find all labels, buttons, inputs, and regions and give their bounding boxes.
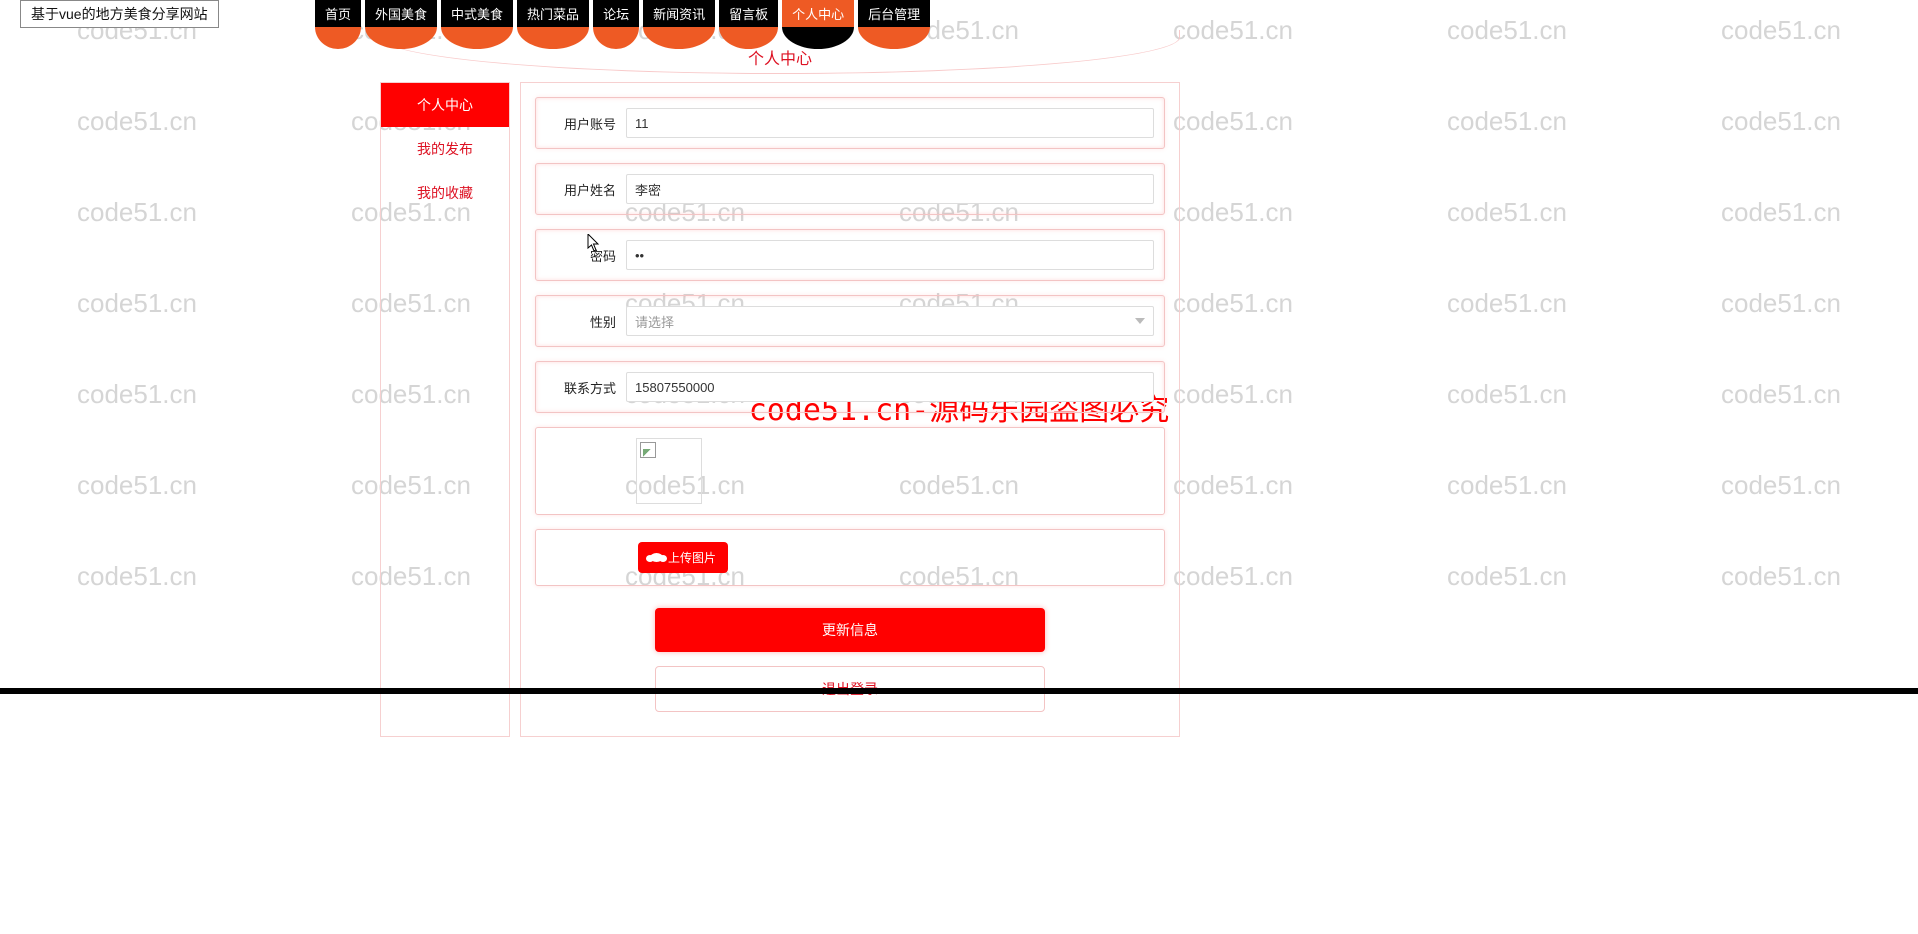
contact-label: 联系方式 bbox=[546, 378, 626, 397]
cloud-upload-icon bbox=[650, 553, 663, 562]
upload-label: 上传图片 bbox=[668, 549, 716, 566]
nav-admin[interactable]: 后台管理 bbox=[858, 0, 930, 27]
nav-forum[interactable]: 论坛 bbox=[593, 0, 639, 27]
avatar-row bbox=[535, 427, 1165, 515]
page-title: 个人中心 bbox=[748, 45, 812, 69]
sidebar: 个人中心 我的发布 我的收藏 bbox=[380, 82, 510, 737]
account-label: 用户账号 bbox=[546, 114, 626, 133]
nav-guestbook[interactable]: 留言板 bbox=[719, 0, 778, 27]
avatar-placeholder[interactable] bbox=[636, 438, 702, 504]
nav-popular[interactable]: 热门菜品 bbox=[517, 0, 589, 27]
update-info-button[interactable]: 更新信息 bbox=[655, 608, 1045, 652]
nav-foreign-food[interactable]: 外国美食 bbox=[365, 0, 437, 27]
nav-chinese-food[interactable]: 中式美食 bbox=[441, 0, 513, 27]
gender-placeholder: 请选择 bbox=[635, 312, 674, 331]
chevron-down-icon bbox=[1135, 318, 1145, 324]
sidebar-item-my-favorites[interactable]: 我的收藏 bbox=[381, 171, 509, 215]
gender-label: 性别 bbox=[546, 312, 626, 331]
nav-profile[interactable]: 个人中心 bbox=[782, 0, 854, 27]
name-input[interactable] bbox=[626, 174, 1154, 204]
main-nav: 首页 外国美食 中式美食 热门菜品 论坛 新闻资讯 留言板 个人中心 后台管理 bbox=[315, 0, 930, 27]
name-label: 用户姓名 bbox=[546, 180, 626, 199]
footer-bar bbox=[0, 688, 1918, 694]
nav-home[interactable]: 首页 bbox=[315, 0, 361, 27]
sidebar-item-my-posts[interactable]: 我的发布 bbox=[381, 127, 509, 171]
password-label: 密码 bbox=[546, 246, 626, 265]
password-input[interactable] bbox=[626, 240, 1154, 270]
site-title: 基于vue的地方美食分享网站 bbox=[20, 0, 219, 28]
gender-select[interactable]: 请选择 bbox=[626, 306, 1154, 336]
contact-input[interactable] bbox=[626, 372, 1154, 402]
upload-row: 上传图片 bbox=[535, 529, 1165, 586]
nav-news[interactable]: 新闻资讯 bbox=[643, 0, 715, 27]
upload-image-button[interactable]: 上传图片 bbox=[638, 542, 728, 573]
account-input[interactable] bbox=[626, 108, 1154, 138]
profile-form: 用户账号 用户姓名 密码 性别 请选择 联系方式 bbox=[520, 82, 1180, 737]
sidebar-item-profile[interactable]: 个人中心 bbox=[381, 83, 509, 127]
